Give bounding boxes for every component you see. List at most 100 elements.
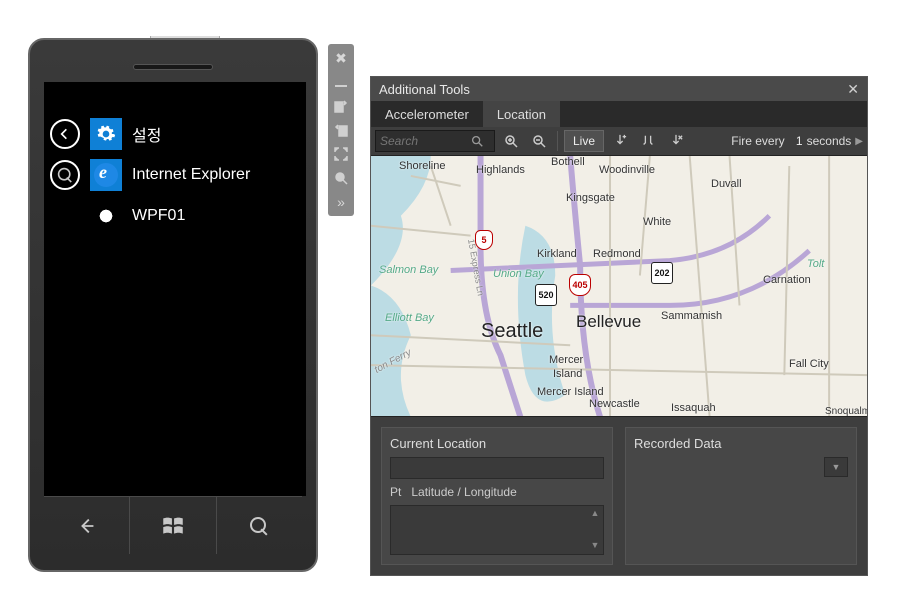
latlong-label: Latitude / Longitude — [411, 485, 516, 499]
interstate-shield: 405 — [569, 274, 591, 296]
map-roads — [371, 156, 867, 417]
map-label: Mercer — [549, 354, 583, 366]
rotate-left-button[interactable] — [330, 95, 352, 117]
phone-screen[interactable]: 설정 Internet Explorer WPF01 — [44, 82, 306, 496]
divider — [557, 131, 558, 151]
zoom-button[interactable] — [330, 167, 352, 189]
search-input[interactable] — [380, 134, 470, 148]
tab-location[interactable]: Location — [483, 101, 560, 127]
scroll-up-icon[interactable]: ▲ — [589, 508, 601, 520]
map-label: Newcastle — [589, 398, 640, 410]
pt-label: Pt — [390, 485, 401, 499]
map-label: Shoreline — [399, 160, 445, 172]
map-label: Kingsgate — [566, 192, 615, 204]
search-icon — [250, 517, 268, 535]
map-label: Kirkland — [537, 248, 577, 260]
emulator-toolbar: ✖ » — [328, 44, 354, 216]
close-emulator-button[interactable]: ✖ — [330, 47, 352, 69]
phone-search-button[interactable] — [216, 496, 302, 554]
settings-tile[interactable] — [90, 118, 122, 150]
phone-button-bar — [44, 496, 302, 554]
phone-home-button[interactable] — [129, 496, 215, 554]
live-toggle[interactable]: Live — [564, 130, 604, 152]
current-location-field[interactable] — [390, 457, 604, 479]
ie-icon — [94, 163, 118, 187]
phone-side-button — [316, 124, 318, 158]
phone-back-button[interactable] — [44, 496, 129, 554]
rotate-right-button[interactable] — [330, 119, 352, 141]
wpf-tile[interactable] — [90, 200, 122, 232]
close-icon[interactable]: ✕ — [847, 81, 859, 98]
map-label: Tolt — [807, 258, 824, 270]
play-icon[interactable]: ▶ — [855, 136, 863, 147]
route-shield: 202 — [651, 262, 673, 284]
map-viewport[interactable]: Shoreline Highlands Bothell Woodinville … — [371, 155, 867, 417]
app-label: Internet Explorer — [132, 166, 250, 184]
zoom-in-button[interactable] — [499, 130, 523, 152]
points-listbox[interactable]: ▲ ▼ — [390, 505, 604, 555]
zoom-in-icon — [503, 133, 519, 149]
search-icon — [470, 134, 484, 148]
tab-accelerometer[interactable]: Accelerometer — [371, 101, 483, 127]
phone-emulator: 설정 Internet Explorer WPF01 — [28, 38, 318, 572]
panel-heading: Recorded Data — [634, 436, 848, 451]
recorded-dropdown[interactable]: ▼ — [824, 457, 848, 477]
phone-speaker — [133, 64, 213, 70]
map-label: Salmon Bay — [379, 264, 438, 276]
app-row[interactable]: WPF01 — [50, 198, 300, 233]
panel-title: Additional Tools — [379, 82, 470, 97]
interstate-shield: 5 — [475, 230, 493, 250]
more-tools-button[interactable]: » — [330, 191, 352, 213]
search-circle-icon[interactable] — [50, 160, 80, 190]
pin-add-icon — [613, 134, 627, 148]
map-label: Mercer Island — [537, 386, 604, 398]
map-label: Woodinville — [599, 164, 655, 176]
gear-icon — [96, 124, 116, 144]
pins-icon — [641, 134, 655, 148]
app-label: 설정 — [132, 122, 161, 146]
bottom-panels: Current Location Pt Latitude / Longitude… — [371, 417, 867, 575]
app-row[interactable]: Internet Explorer — [50, 157, 300, 192]
map-label: Elliott Bay — [385, 312, 434, 324]
map-label: Union Bay — [493, 268, 544, 280]
toggle-pins-button[interactable] — [636, 130, 660, 152]
map-label: Island — [553, 368, 582, 380]
back-circle-icon[interactable] — [50, 119, 80, 149]
map-label: Redmond — [593, 248, 641, 260]
starburst-icon — [95, 205, 117, 227]
map-label: Bothell — [551, 156, 585, 168]
scroll-down-icon[interactable]: ▼ — [589, 540, 601, 552]
fire-label: Fire every — [731, 134, 784, 148]
route-shield: 520 — [535, 284, 557, 306]
pin-clear-icon — [669, 134, 683, 148]
search-box[interactable] — [375, 130, 495, 152]
map-label: White — [643, 216, 671, 228]
ie-tile[interactable] — [90, 159, 122, 191]
fit-screen-button[interactable] — [330, 143, 352, 165]
phone-side-button — [316, 310, 318, 344]
map-label: Issaquah — [671, 402, 716, 414]
titlebar: Additional Tools ✕ — [371, 77, 867, 101]
app-row[interactable]: 설정 — [50, 116, 300, 151]
windows-icon — [160, 513, 186, 539]
phone-side-button — [316, 172, 318, 206]
map-city: Bellevue — [576, 312, 641, 332]
map-label: Carnation — [763, 274, 811, 286]
fire-value[interactable]: 1 — [789, 134, 803, 148]
zoom-out-button[interactable] — [527, 130, 551, 152]
map-label: Highlands — [476, 164, 525, 176]
recorded-data-panel: Recorded Data ▼ — [625, 427, 857, 565]
map-label: Sammamish — [661, 310, 722, 322]
minimize-button[interactable] — [330, 71, 352, 93]
zoom-out-icon — [531, 133, 547, 149]
panel-heading: Current Location — [390, 436, 604, 451]
current-location-panel: Current Location Pt Latitude / Longitude… — [381, 427, 613, 565]
additional-tools-panel: Additional Tools ✕ Accelerometer Locatio… — [370, 76, 868, 576]
fire-unit: seconds — [807, 134, 852, 148]
clear-pins-button[interactable] — [664, 130, 688, 152]
map-city: Seattle — [481, 320, 543, 343]
add-pin-button[interactable] — [608, 130, 632, 152]
phone-side-button — [316, 480, 318, 514]
fire-interval: Fire every 1 seconds ▶ — [731, 134, 863, 148]
location-toolbar: Live Fire every 1 seconds ▶ — [371, 127, 867, 155]
